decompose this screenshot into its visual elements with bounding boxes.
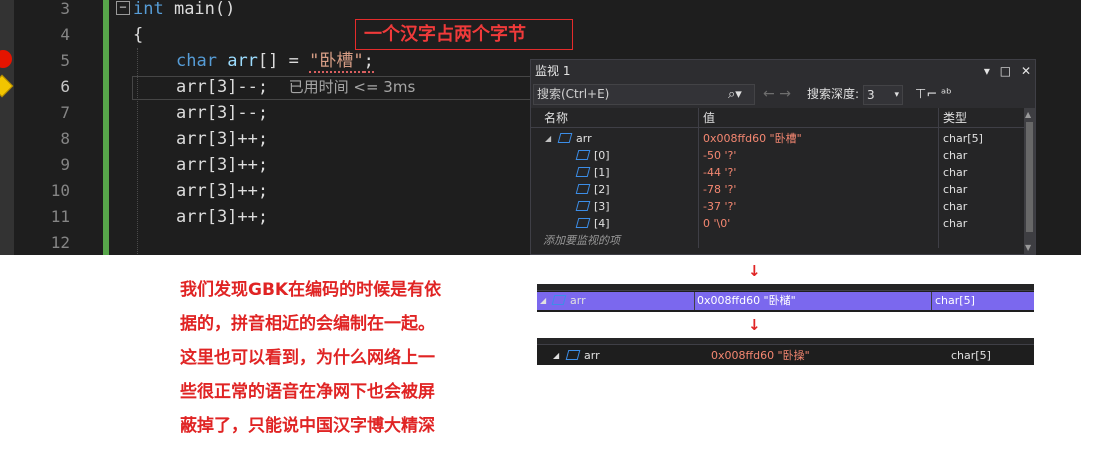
code-line[interactable]: { xyxy=(133,22,143,48)
watch-row-selected[interactable]: ◢ arr 0x008ffd60 "卧槠" char[5] xyxy=(537,292,1034,310)
line-number: 11 xyxy=(50,207,70,226)
scroll-up-icon[interactable]: ▲ xyxy=(1025,110,1031,119)
close-icon[interactable]: ✕ xyxy=(1021,64,1031,78)
line-number: 8 xyxy=(60,129,70,148)
maximize-icon[interactable]: □ xyxy=(1000,64,1011,78)
down-arrow-icon: ↓ xyxy=(748,262,761,280)
variable-icon xyxy=(575,167,591,177)
window-dropdown-icon[interactable]: ▾ xyxy=(984,64,990,78)
variable-icon xyxy=(575,184,591,194)
scrollbar-thumb[interactable] xyxy=(1026,122,1033,232)
breakpoint-icon[interactable] xyxy=(0,50,12,68)
line-number: 4 xyxy=(60,25,70,44)
watch-crop-2: ◢ arr 0x008ffd60 "卧操" char[5] xyxy=(537,338,1034,365)
hex-format-icon[interactable]: ᵃᵇ xyxy=(941,84,952,105)
variable-icon xyxy=(557,133,573,143)
watch-window[interactable]: 监视 1 ▾ □ ✕ 搜索(Ctrl+E) ⌕▾ ← → 搜索深度: 3 ▾ ⊤… xyxy=(530,59,1036,255)
watch-scrollbar[interactable]: ▲ ▼ xyxy=(1024,108,1035,254)
watch-toolbar: 搜索(Ctrl+E) ⌕▾ ← → 搜索深度: 3 ▾ ⊤⌐ ᵃᵇ xyxy=(531,82,1035,108)
code-line[interactable]: arr[3]++; xyxy=(176,152,268,178)
current-statement-arrow-icon xyxy=(0,74,14,98)
watch-column-header xyxy=(537,284,1034,291)
watch-row[interactable]: ◢ arr 0x008ffd60 "卧槽" char[5] xyxy=(531,130,1025,147)
search-depth-select[interactable]: 3 ▾ xyxy=(863,85,903,105)
watch-row[interactable]: [0] -50 '?' char xyxy=(531,147,1025,164)
perf-tip[interactable]: 已用时间 <= 3ms xyxy=(289,78,416,96)
line-number: 3 xyxy=(60,0,70,18)
variable-icon xyxy=(575,150,591,160)
code-line[interactable]: arr[3]++; xyxy=(176,178,268,204)
breakpoint-gutter[interactable] xyxy=(0,0,14,255)
search-input[interactable]: 搜索(Ctrl+E) xyxy=(533,84,755,105)
watch-title: 监视 1 xyxy=(535,64,571,78)
chevron-down-icon: ▾ xyxy=(894,90,899,100)
variable-icon xyxy=(575,218,591,228)
search-icon[interactable]: ⌕▾ xyxy=(728,84,742,105)
pin-icon[interactable]: ⊤⌐ xyxy=(915,84,937,105)
code-line[interactable]: arr[3]--; xyxy=(176,100,268,126)
line-number: 10 xyxy=(50,181,70,200)
search-nav: ← → xyxy=(763,84,791,105)
code-line[interactable]: int main() xyxy=(133,0,235,22)
code-line[interactable]: arr[3]++; xyxy=(176,126,268,152)
scroll-down-icon[interactable]: ▼ xyxy=(1025,243,1031,252)
change-indicator-bar xyxy=(103,0,109,255)
variable-icon xyxy=(565,350,581,360)
explanation-text: 我们发现GBK在编码的时候是有依 据的，拼音相近的会编制在一起。 这里也可以看到… xyxy=(180,280,442,436)
code-line[interactable]: arr[3]--; 已用时间 <= 3ms xyxy=(176,74,415,100)
watch-column-header: 名称 值 类型 xyxy=(531,108,1025,128)
variable-icon xyxy=(575,201,591,211)
collapse-icon[interactable]: − xyxy=(116,1,130,15)
watch-row[interactable]: [3] -37 '?' char xyxy=(531,198,1025,215)
line-number: 7 xyxy=(60,103,70,122)
search-forward-icon[interactable]: → xyxy=(779,86,791,102)
column-name[interactable]: 名称 xyxy=(544,108,568,128)
column-value[interactable]: 值 xyxy=(703,108,715,128)
line-number: 12 xyxy=(50,233,70,252)
line-number: 9 xyxy=(60,155,70,174)
watch-row[interactable]: [2] -78 '?' char xyxy=(531,181,1025,198)
column-type[interactable]: 类型 xyxy=(943,108,967,128)
watch-row[interactable]: ◢ arr 0x008ffd60 "卧操" char[5] xyxy=(537,347,1034,365)
expand-icon[interactable]: ◢ xyxy=(553,347,559,365)
expand-icon[interactable]: ◢ xyxy=(540,292,546,310)
code-line[interactable]: arr[3]++; xyxy=(176,204,268,230)
down-arrow-icon: ↓ xyxy=(748,316,761,334)
search-depth-label: 搜索深度: xyxy=(807,87,860,101)
code-editor[interactable]: 3 4 5 6 7 8 9 10 11 12 − int main() { ch… xyxy=(0,0,1081,255)
add-watch-row[interactable]: 添加要监视的项 xyxy=(531,232,1025,249)
watch-title-bar[interactable]: 监视 1 ▾ □ ✕ xyxy=(531,60,1035,82)
code-line[interactable]: char arr[] = "卧槽"; xyxy=(176,48,374,74)
search-back-icon[interactable]: ← xyxy=(763,86,775,102)
annotation-callout: 一个汉字占两个字节 xyxy=(355,19,573,50)
line-number: 5 xyxy=(60,51,70,70)
variable-icon xyxy=(551,295,567,305)
watch-row[interactable]: [1] -44 '?' char xyxy=(531,164,1025,181)
watch-row[interactable]: [4] 0 '\0' char xyxy=(531,215,1025,232)
line-number: 6 xyxy=(60,77,70,96)
watch-column-header xyxy=(537,338,1034,345)
watch-crop-1: ◢ arr 0x008ffd60 "卧槠" char[5] xyxy=(537,284,1034,312)
expand-icon[interactable]: ◢ xyxy=(545,130,551,147)
